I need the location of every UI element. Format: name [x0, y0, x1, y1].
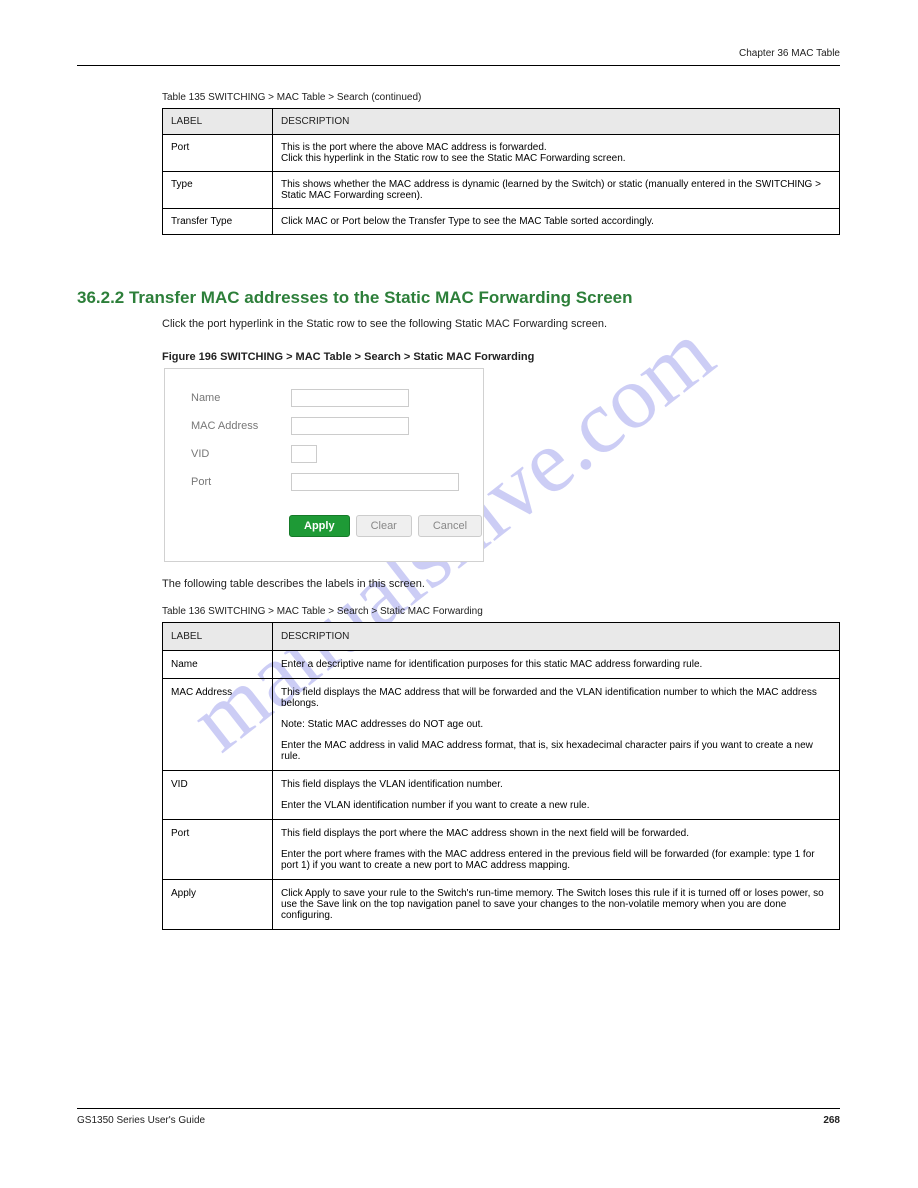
table1: LABEL DESCRIPTION Port This is the port … — [162, 108, 840, 235]
table1-r1-c2: This shows whether the MAC address is dy… — [273, 172, 840, 209]
table-row: MAC Address This field displays the MAC … — [163, 679, 840, 771]
dialog-row-name: Name — [191, 389, 465, 407]
footer-left: GS1350 Series User's Guide — [77, 1115, 205, 1126]
header-right: Chapter 36 MAC Table — [739, 48, 840, 65]
table1-r2-c1: Transfer Type — [163, 209, 273, 235]
table2-header-c1: LABEL — [163, 623, 273, 651]
table1-header-row: LABEL DESCRIPTION — [163, 109, 840, 135]
table-row: Type This shows whether the MAC address … — [163, 172, 840, 209]
dialog-row-port: Port — [191, 473, 465, 491]
name-input[interactable] — [291, 389, 409, 407]
clear-button[interactable]: Clear — [356, 515, 412, 537]
apply-button[interactable]: Apply — [289, 515, 350, 537]
page-header: Chapter 36 MAC Table — [77, 48, 840, 66]
mac-label: MAC Address — [191, 420, 291, 432]
port-label: Port — [191, 476, 291, 488]
section-heading: 36.2.2 Transfer MAC addresses to the Sta… — [77, 288, 633, 308]
dialog-row-mac: MAC Address — [191, 417, 465, 435]
vid-label: VID — [191, 448, 291, 460]
table-row: Name Enter a descriptive name for identi… — [163, 651, 840, 679]
dialog-buttons: Apply Clear Cancel — [289, 515, 465, 537]
table2: LABEL DESCRIPTION Name Enter a descripti… — [162, 622, 840, 930]
vid-input[interactable] — [291, 445, 317, 463]
table1-r2-c2: Click MAC or Port below the Transfer Typ… — [273, 209, 840, 235]
mac-input[interactable] — [291, 417, 409, 435]
table1-r1-c1: Type — [163, 172, 273, 209]
table1-r0-c1: Port — [163, 135, 273, 172]
table2-header-row: LABEL DESCRIPTION — [163, 623, 840, 651]
dialog-row-vid: VID — [191, 445, 465, 463]
table1-r0-c2: This is the port where the above MAC add… — [273, 135, 840, 172]
table-row: Apply Click Apply to save your rule to t… — [163, 880, 840, 930]
table2-header-c2: DESCRIPTION — [273, 623, 840, 651]
table-row: VID This field displays the VLAN identif… — [163, 771, 840, 820]
footer-right: 268 — [823, 1115, 840, 1126]
static-mac-dialog: Name MAC Address VID Port Apply Clear Ca… — [164, 368, 484, 562]
table-row: Port This field displays the port where … — [163, 820, 840, 880]
table-row: Transfer Type Click MAC or Port below th… — [163, 209, 840, 235]
cancel-button[interactable]: Cancel — [418, 515, 482, 537]
page-footer: GS1350 Series User's Guide 268 — [77, 1108, 840, 1126]
table2-caption: Table 136 SWITCHING > MAC Table > Search… — [162, 606, 483, 617]
table-row: Port This is the port where the above MA… — [163, 135, 840, 172]
section-body: Click the port hyperlink in the Static r… — [162, 316, 840, 333]
name-label: Name — [191, 392, 291, 404]
table1-caption: Table 135 SWITCHING > MAC Table > Search… — [162, 92, 421, 103]
table2-intro: The following table describes the labels… — [162, 578, 425, 590]
port-input[interactable] — [291, 473, 459, 491]
table1-header-c2: DESCRIPTION — [273, 109, 840, 135]
table1-header-c1: LABEL — [163, 109, 273, 135]
figure-caption: Figure 196 SWITCHING > MAC Table > Searc… — [162, 351, 534, 363]
